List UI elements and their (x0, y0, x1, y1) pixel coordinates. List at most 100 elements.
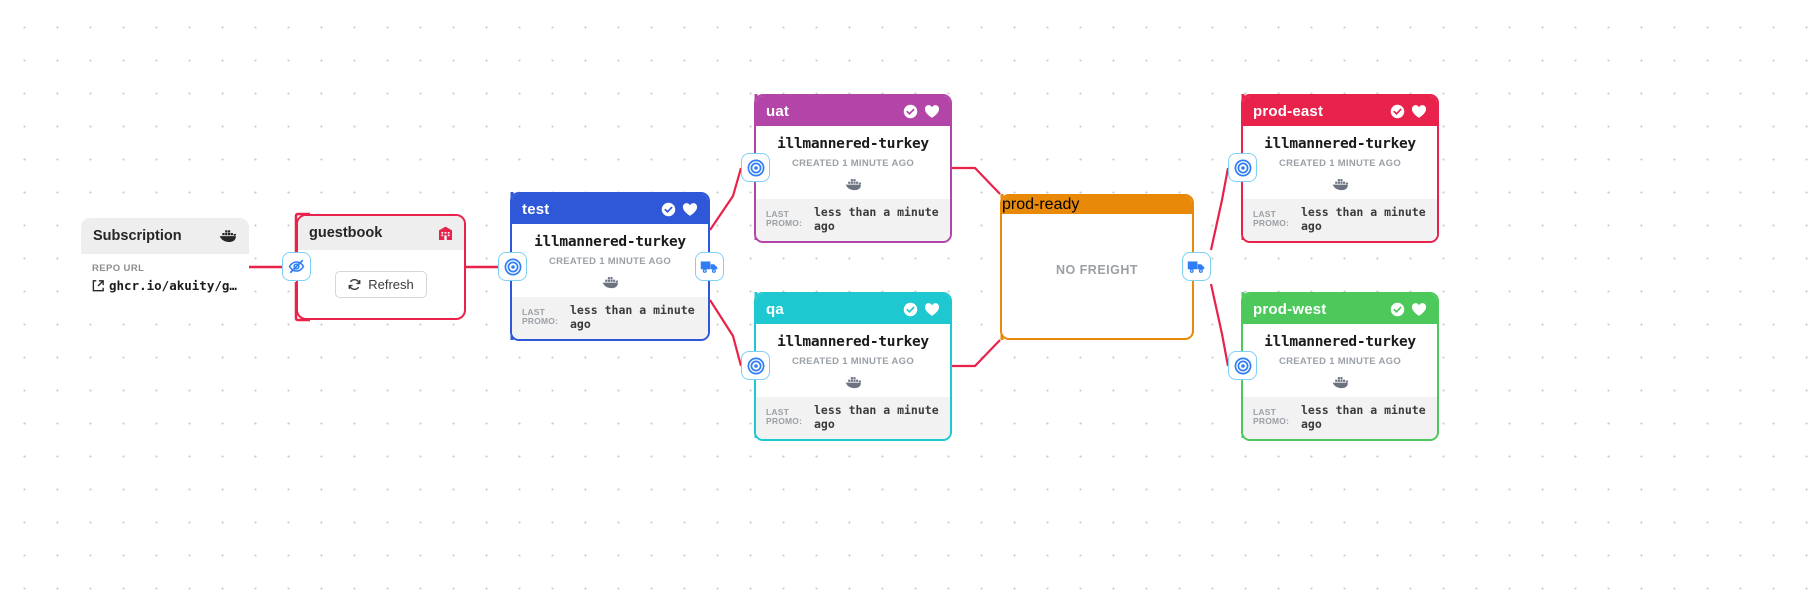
target-uat-button[interactable] (741, 153, 770, 182)
promote-test-button[interactable] (695, 252, 724, 281)
stage-header-test: test (512, 194, 708, 224)
target-test-button[interactable] (498, 252, 527, 281)
stage-name-test: test (522, 200, 550, 218)
stage-card-prod-ready[interactable]: prod-ready NO FREIGHT (1000, 194, 1194, 340)
warehouse-card[interactable]: guestbook Refresh (296, 214, 466, 320)
stage-footer-test: LAST PROMO: less than a minute ago (512, 297, 708, 339)
refresh-button[interactable]: Refresh (335, 270, 427, 298)
stage-header-prod-east: prod-east (1243, 96, 1437, 126)
heart-icon[interactable] (682, 202, 698, 217)
subscription-card[interactable]: Subscription REPO URL ghcr.io/akuity/g… (81, 218, 249, 305)
docker-icon[interactable] (1332, 178, 1349, 191)
docker-icon[interactable] (1332, 376, 1349, 389)
artifact-icons (764, 175, 942, 193)
freight-name[interactable]: illmannered-turkey (520, 234, 700, 250)
freight-created: CREATED 1 MINUTE AGO (791, 356, 915, 367)
external-link-icon[interactable] (92, 279, 104, 292)
stage-footer-prod-east: LAST PROMO: less than a minute ago (1243, 199, 1437, 241)
check-circle-icon[interactable] (1390, 104, 1405, 119)
stage-card-qa[interactable]: qa illmannered-turkey CREATED 1 MINUTE AG… (754, 292, 952, 441)
repo-url-text: ghcr.io/akuity/g… (109, 278, 237, 293)
freight-name[interactable]: illmannered-turkey (764, 136, 942, 152)
target-qa-button[interactable] (741, 351, 770, 380)
last-promo-value: less than a minute ago (1301, 205, 1426, 234)
target-icon (1234, 159, 1252, 177)
stage-footer-uat: LAST PROMO: less than a minute ago (756, 199, 950, 241)
freight-name[interactable]: illmannered-turkey (1251, 334, 1429, 350)
docker-icon[interactable] (845, 376, 862, 389)
truck-icon (700, 259, 719, 274)
artifact-icons (1251, 373, 1429, 391)
stage-name-qa: qa (766, 300, 784, 318)
pipeline-canvas[interactable]: Subscription REPO URL ghcr.io/akuity/g… … (0, 0, 1815, 612)
last-promo-label: LAST PROMO: (522, 306, 559, 327)
refresh-label: Refresh (368, 276, 414, 292)
promote-prod-ready-button[interactable] (1182, 252, 1211, 281)
heart-icon[interactable] (924, 104, 940, 119)
freight-created: CREATED 1 MINUTE AGO (791, 158, 915, 169)
artifact-icons (764, 373, 942, 391)
artifact-icons (1251, 175, 1429, 193)
stage-card-uat[interactable]: uat illmannered-turkey CREATED 1 MINUTE A… (754, 94, 952, 243)
stage-name-prod-ready: prod-ready (1002, 196, 1080, 213)
last-promo-value: less than a minute ago (570, 303, 695, 332)
last-promo-label: LAST PROMO: (766, 208, 803, 229)
heart-icon[interactable] (924, 302, 940, 317)
repo-url-row[interactable]: ghcr.io/akuity/g… (92, 278, 238, 293)
subscription-title: Subscription (93, 228, 182, 244)
last-promo-label: LAST PROMO: (1253, 406, 1290, 427)
artifact-icons (520, 273, 700, 291)
check-circle-icon[interactable] (661, 202, 676, 217)
check-circle-icon[interactable] (903, 104, 918, 119)
last-promo-value: less than a minute ago (814, 403, 939, 432)
last-promo-label: LAST PROMO: (1253, 208, 1290, 229)
subscription-header: Subscription (81, 218, 249, 254)
eye-off-icon (288, 258, 305, 275)
hide-toggle-button[interactable] (282, 252, 311, 281)
stage-name-prod-east: prod-east (1253, 102, 1324, 120)
stage-header-uat: uat (756, 96, 950, 126)
truck-icon (1187, 259, 1206, 274)
docker-icon[interactable] (845, 178, 862, 191)
freight-created: CREATED 1 MINUTE AGO (1278, 158, 1402, 169)
stage-name-prod-west: prod-west (1253, 300, 1327, 318)
warehouse-title: guestbook (309, 225, 383, 241)
stage-body-prod-west: illmannered-turkey CREATED 1 MINUTE AGO (1243, 324, 1437, 397)
stage-card-test[interactable]: test illmannered-turkey CREATED 1 MINUTE … (510, 192, 710, 341)
stage-empty-text: NO FREIGHT (1055, 263, 1139, 277)
freight-created: CREATED 1 MINUTE AGO (548, 256, 672, 267)
stage-body-uat: illmannered-turkey CREATED 1 MINUTE AGO (756, 126, 950, 199)
stage-name-uat: uat (766, 102, 790, 120)
stage-body-qa: illmannered-turkey CREATED 1 MINUTE AGO (756, 324, 950, 397)
stage-body-test: illmannered-turkey CREATED 1 MINUTE AGO (512, 224, 708, 297)
stage-card-prod-west[interactable]: prod-west illmannered-turkey CREATED 1 MI… (1241, 292, 1439, 441)
last-promo-value: less than a minute ago (1301, 403, 1426, 432)
freight-name[interactable]: illmannered-turkey (1251, 136, 1429, 152)
stage-card-prod-east[interactable]: prod-east illmannered-turkey CREATED 1 MI… (1241, 94, 1439, 243)
target-icon (504, 258, 522, 276)
stage-footer-prod-west: LAST PROMO: less than a minute ago (1243, 397, 1437, 439)
target-prod-east-button[interactable] (1228, 153, 1257, 182)
stage-header-prod-west: prod-west (1243, 294, 1437, 324)
warehouse-icon (438, 225, 453, 241)
last-promo-value: less than a minute ago (814, 205, 939, 234)
heart-icon[interactable] (1411, 104, 1427, 119)
check-circle-icon[interactable] (1390, 302, 1405, 317)
target-icon (747, 159, 765, 177)
docker-icon[interactable] (602, 276, 619, 289)
subscription-body: REPO URL ghcr.io/akuity/g… (81, 254, 249, 305)
freight-created: CREATED 1 MINUTE AGO (1278, 356, 1402, 367)
freight-name[interactable]: illmannered-turkey (764, 334, 942, 350)
refresh-icon (348, 278, 361, 291)
stage-body-prod-east: illmannered-turkey CREATED 1 MINUTE AGO (1243, 126, 1437, 199)
target-icon (747, 357, 765, 375)
repo-url-label: REPO URL (92, 263, 145, 274)
heart-icon[interactable] (1411, 302, 1427, 317)
warehouse-header: guestbook (298, 216, 464, 250)
target-prod-west-button[interactable] (1228, 351, 1257, 380)
target-icon (1234, 357, 1252, 375)
stage-footer-qa: LAST PROMO: less than a minute ago (756, 397, 950, 439)
stage-header-qa: qa (756, 294, 950, 324)
docker-icon (219, 229, 237, 243)
check-circle-icon[interactable] (903, 302, 918, 317)
